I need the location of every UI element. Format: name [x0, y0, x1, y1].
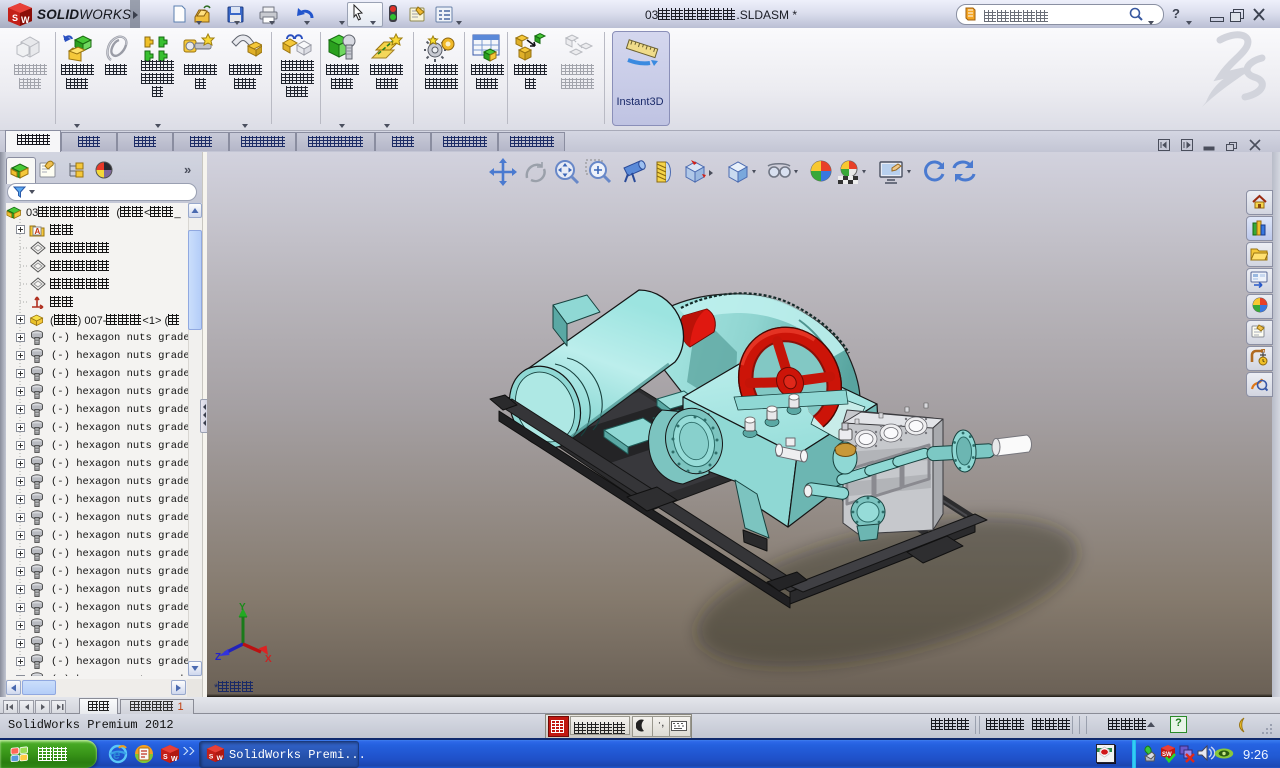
svg-text:Y: Y [239, 602, 246, 613]
svg-text:W: W [171, 756, 178, 763]
svg-text:S: S [12, 13, 18, 23]
svg-text:Z: Z [215, 652, 221, 662]
svg-text:A: A [35, 227, 41, 236]
svg-text:W: W [21, 15, 30, 25]
svg-text:W: W [216, 755, 223, 762]
svg-text:X: X [265, 654, 272, 662]
svg-text:e: e [113, 747, 120, 762]
svg-text:S: S [209, 753, 214, 760]
svg-text:S: S [163, 754, 168, 761]
